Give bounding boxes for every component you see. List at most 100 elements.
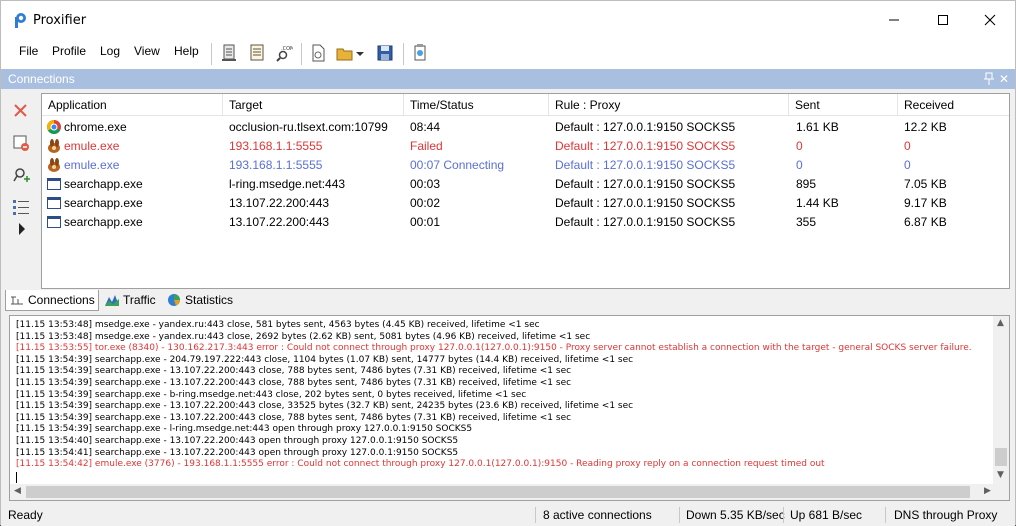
status-up-speed: Up 681 B/sec [790, 508, 863, 522]
cell-target: 193.168.1.1:5555 [229, 158, 323, 172]
status-bar: Ready 8 active connections Down 5.35 KB/… [1, 504, 1015, 526]
log-line: [11.15 13:54:39] searchapp.exe - 13.107.… [16, 401, 634, 412]
close-all-icon[interactable] [11, 133, 31, 153]
cell-rule-proxy: Default : 127.0.0.1:9150 SOCKS5 [555, 158, 736, 172]
column-sent[interactable]: Sent [789, 94, 898, 116]
log-view-icon[interactable] [220, 43, 238, 63]
connections-icon [11, 296, 23, 305]
column-received[interactable]: Received [898, 94, 1003, 116]
proxifier-logo-icon [15, 13, 26, 28]
emule-icon [48, 158, 60, 172]
cell-application: searchapp.exe [64, 177, 143, 191]
columns-icon[interactable] [11, 197, 31, 217]
dns-lookup-icon[interactable]: .COM [275, 43, 293, 63]
expand-icon[interactable] [11, 219, 31, 239]
cell-target: 13.107.22.200:443 [229, 196, 330, 210]
menu-bar: File Profile Log View Help .COM [1, 39, 1015, 69]
vertical-scrollbar[interactable]: ▲ ▼ [993, 316, 1009, 486]
toolbar-separator [211, 43, 212, 65]
open-profile-dropdown-icon[interactable] [354, 43, 366, 63]
table-row[interactable]: searchapp.exe 13.107.22.200:443 00:01 Defau… [42, 213, 1009, 232]
menu-profile[interactable]: Profile [52, 44, 86, 58]
cell-target: l-ring.msedge.net:443 [229, 177, 346, 191]
column-rule-proxy[interactable]: Rule : Proxy [549, 94, 789, 116]
table-row[interactable]: searchapp.exe l-ring.msedge.net:443 00:03 D… [42, 175, 1009, 194]
cell-application: chrome.exe [64, 120, 127, 134]
minimize-button[interactable] [871, 1, 917, 39]
menu-help[interactable]: Help [174, 44, 199, 58]
table-row[interactable]: emule.exe 193.168.1.1:5555 Failed Default :… [42, 137, 1009, 156]
log-line: [11.15 13:53:48] msedge.exe - yandex.ru:… [16, 331, 591, 342]
title-bar: Proxifier [1, 1, 1015, 39]
cell-application: emule.exe [64, 158, 120, 172]
table-row[interactable]: searchapp.exe 13.107.22.200:443 00:02 Defau… [42, 194, 1009, 213]
proxifier-window: Proxifier File Profile Log View Help .CO… [0, 0, 1016, 526]
minimize-icon [889, 19, 899, 21]
scroll-left-arrow-icon[interactable]: ◀ [14, 486, 21, 496]
cell-rule-proxy: Default : 127.0.0.1:9150 SOCKS5 [555, 120, 736, 134]
cell-time-status: Failed [410, 139, 443, 153]
column-application[interactable]: Application [42, 94, 223, 116]
log-line: [11.15 13:54:41] searchapp.exe - 13.107.… [16, 447, 459, 458]
cell-received: 9.17 KB [904, 196, 947, 210]
log-panel[interactable]: [11.15 13:53:48] msedge.exe - yandex.ru:… [9, 315, 1010, 501]
column-target[interactable]: Target [223, 94, 404, 116]
menu-log[interactable]: Log [100, 44, 120, 58]
column-time-status[interactable]: Time/Status [404, 94, 549, 116]
log-line: [11.15 13:54:39] searchapp.exe - 204.79.… [16, 354, 634, 365]
tab-connections-label: Connections [28, 293, 95, 307]
horizontal-scrollbar[interactable]: ◀ ▶ [10, 484, 1009, 500]
connections-table: Application Target Time/Status Rule : Pr… [41, 93, 1010, 289]
close-window-button[interactable] [967, 1, 1013, 39]
open-profile-icon[interactable] [336, 43, 354, 63]
cell-application: searchapp.exe [64, 215, 143, 229]
table-row[interactable]: chrome.exe occlusion-ru.tlsext.com:10799 0… [42, 118, 1009, 137]
log-line-error: [11.15 13:54:42] emule.exe (3776) - 193.… [16, 459, 825, 470]
horizontal-scroll-thumb[interactable] [26, 486, 970, 498]
pin-icon[interactable] [983, 72, 995, 86]
add-rule-icon[interactable] [11, 165, 31, 185]
scroll-down-arrow-icon[interactable]: ▼ [997, 470, 1004, 480]
cell-sent: 0 [796, 158, 803, 172]
statistics-icon [168, 294, 180, 306]
menu-view[interactable]: View [134, 44, 160, 58]
cell-rule-proxy: Default : 127.0.0.1:9150 SOCKS5 [555, 196, 736, 210]
maximize-button[interactable] [920, 1, 966, 39]
tab-connections[interactable]: Connections [5, 290, 99, 311]
cell-received: 6.87 KB [904, 215, 947, 229]
vertical-scroll-thumb[interactable] [995, 448, 1007, 466]
window-title: Proxifier [33, 13, 87, 28]
save-profile-icon[interactable] [376, 43, 394, 63]
toolbar-separator [301, 43, 302, 65]
cell-time-status: 08:44 [410, 120, 441, 134]
status-separator [783, 507, 784, 523]
maximize-icon [938, 15, 948, 25]
log-line-error: [11.15 13:53:55] tor.exe (8340) - 130.16… [16, 343, 972, 354]
emule-icon [48, 139, 60, 153]
cell-target: occlusion-ru.tlsext.com:10799 [229, 120, 388, 134]
log-file-icon[interactable] [248, 43, 266, 63]
settings-icon[interactable] [411, 43, 429, 63]
close-connection-icon[interactable] [11, 101, 31, 121]
tab-statistics-label: Statistics [185, 293, 234, 307]
cell-sent: 0 [796, 139, 803, 153]
tab-traffic-label: Traffic [123, 293, 156, 307]
tab-statistics[interactable]: Statistics [163, 290, 233, 311]
log-line: [11.15 13:53:48] msedge.exe - yandex.ru:… [16, 320, 540, 330]
bottom-tabs: Connections Traffic Statistics [1, 290, 1015, 312]
application-window-icon [47, 178, 61, 190]
status-dns: DNS through Proxy [894, 508, 998, 522]
log-line: [11.15 13:54:39] searchapp.exe - b-ring.… [16, 389, 527, 400]
scroll-right-arrow-icon[interactable]: ▶ [984, 486, 991, 496]
connections-panel-close[interactable]: ✕ [999, 69, 1009, 89]
tab-traffic[interactable]: Traffic [101, 290, 161, 311]
application-window-icon [47, 197, 61, 209]
toolbar-separator [403, 43, 404, 65]
new-profile-icon[interactable] [309, 43, 327, 63]
scroll-up-arrow-icon[interactable]: ▲ [997, 318, 1004, 328]
table-row[interactable]: emule.exe 193.168.1.1:5555 00:07 Connectin… [42, 156, 1009, 175]
cell-target: 13.107.22.200:443 [229, 215, 330, 229]
cell-rule-proxy: Default : 127.0.0.1:9150 SOCKS5 [555, 215, 736, 229]
menu-file[interactable]: File [19, 44, 38, 58]
cell-rule-proxy: Default : 127.0.0.1:9150 SOCKS5 [555, 139, 736, 153]
